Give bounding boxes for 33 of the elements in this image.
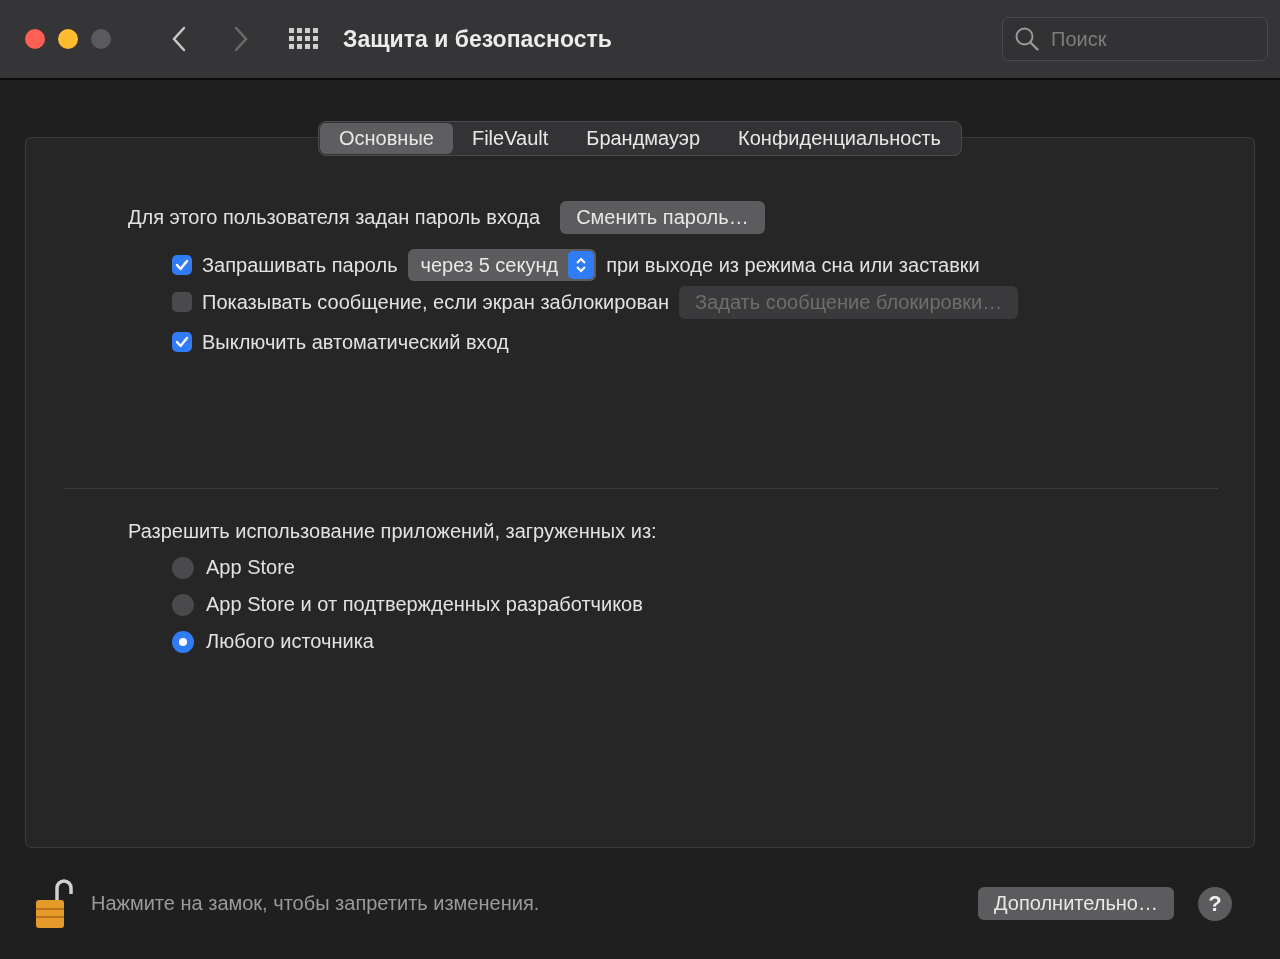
checkbox[interactable] xyxy=(172,255,192,275)
checkbox-label: Показывать сообщение, если экран заблокирован xyxy=(202,290,669,314)
lock-hint: Нажмите на замок, чтобы запретить изменения. xyxy=(91,892,540,915)
window-title: Защита и безопасность xyxy=(343,25,612,53)
tab[interactable]: Брандмауэр xyxy=(567,123,720,154)
advanced-button[interactable]: Дополнительно… xyxy=(978,887,1174,920)
downloads-label: Разрешить использование приложений, загруженных из: xyxy=(128,519,657,543)
change-password-button[interactable]: Сменить пароль… xyxy=(560,200,765,234)
delay-suffix: при выходе из режима сна или заставки xyxy=(606,253,980,277)
password-label: Для этого пользователя задан пароль входа xyxy=(128,205,541,229)
tab[interactable]: Конфиденциальность xyxy=(719,123,960,154)
checkbox-label: Выключить автоматический вход xyxy=(202,330,509,354)
radio-label: Любого источника xyxy=(206,630,374,653)
minimize-button[interactable] xyxy=(58,29,78,49)
delay-select[interactable]: через 5 секунд xyxy=(407,249,597,281)
back-icon[interactable] xyxy=(171,26,187,52)
unlocked-padlock-icon[interactable] xyxy=(35,877,73,930)
tab[interactable]: FileVault xyxy=(452,123,568,154)
tab[interactable]: Основные xyxy=(320,123,453,154)
stepper-icon xyxy=(575,256,588,274)
grid-icon[interactable] xyxy=(289,28,319,50)
checkbox[interactable] xyxy=(172,332,192,352)
search-field[interactable]: Поиск xyxy=(1002,17,1268,61)
radio-label: App Store и от подтвержденных разработчиков xyxy=(206,593,643,616)
close-button[interactable] xyxy=(25,29,45,49)
radio-button[interactable] xyxy=(172,593,194,616)
help-button[interactable]: ? xyxy=(1198,886,1232,921)
search-icon xyxy=(1014,26,1040,52)
checkbox-label: Запрашивать пароль xyxy=(202,253,398,277)
radio-button[interactable] xyxy=(172,556,194,579)
radio-label: App Store xyxy=(206,556,295,579)
checkbox[interactable] xyxy=(172,292,192,312)
radio-button[interactable] xyxy=(172,630,194,653)
